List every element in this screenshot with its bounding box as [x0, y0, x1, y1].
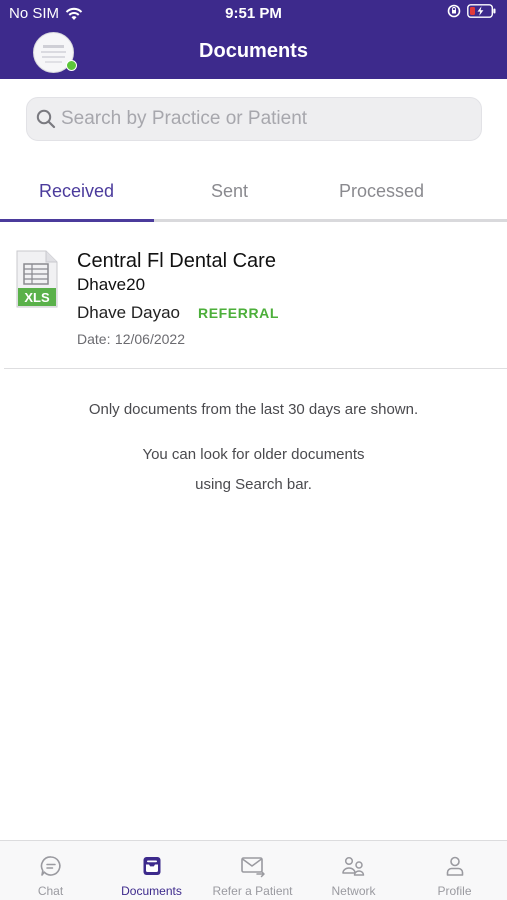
info-text-search-hint: using Search bar.: [195, 476, 312, 493]
document-type-tag: REFERRAL: [198, 305, 280, 321]
document-patient-name: Dhave Dayao: [77, 303, 181, 322]
bottom-navigation: Chat Documents Refer a Patient Network P…: [0, 840, 507, 900]
search-bar[interactable]: [26, 97, 482, 141]
document-date-value: 12/06/2022: [114, 331, 185, 347]
nav-chat[interactable]: Chat: [0, 841, 101, 900]
tab-processed[interactable]: Processed: [305, 181, 458, 202]
search-input[interactable]: [61, 98, 471, 140]
info-text-older: You can look for older documents: [142, 446, 365, 463]
document-tabs: Received Sent Processed: [0, 170, 507, 222]
profile-icon: [446, 856, 463, 876]
document-date-label: Date:: [77, 331, 111, 347]
refer-icon: [240, 857, 265, 878]
orientation-lock-icon: [447, 4, 461, 18]
document-list-item[interactable]: XLS Central Fl Dental Care Dhave20 Dhave…: [4, 222, 507, 369]
file-type-label: XLS: [24, 290, 50, 305]
document-practice-name: Central Fl Dental Care: [77, 250, 276, 272]
tab-received[interactable]: Received: [0, 181, 153, 202]
nav-profile-label: Profile: [437, 884, 472, 898]
status-bar: No SIM 9:51 PM: [0, 0, 507, 28]
nav-network-label: Network: [331, 884, 376, 898]
tab-sent[interactable]: Sent: [153, 181, 306, 202]
documents-icon: [143, 857, 160, 875]
header: No SIM 9:51 PM Documents: [0, 0, 507, 79]
nav-refer-a-patient[interactable]: Refer a Patient: [202, 841, 303, 900]
xls-file-icon: XLS: [16, 250, 58, 308]
battery-icon: [467, 4, 496, 18]
status-right: [447, 4, 497, 18]
network-icon: [341, 856, 364, 876]
search-icon: [36, 109, 56, 129]
title-bar: Documents: [0, 28, 507, 79]
status-time: 9:51 PM: [225, 5, 282, 22]
nav-network[interactable]: Network: [303, 841, 404, 900]
nav-profile[interactable]: Profile: [404, 841, 505, 900]
document-date: Date: 12/06/2022: [77, 331, 185, 349]
page-title: Documents: [199, 40, 308, 62]
info-text-retention: Only documents from the last 30 days are…: [88, 401, 419, 418]
document-user-name: Dhave20: [77, 275, 146, 294]
nav-refer-label: Refer a Patient: [212, 884, 293, 898]
nav-chat-label: Chat: [37, 884, 64, 898]
chat-icon: [40, 856, 61, 876]
nav-documents-label: Documents: [121, 884, 182, 898]
nav-documents[interactable]: Documents: [101, 841, 202, 900]
